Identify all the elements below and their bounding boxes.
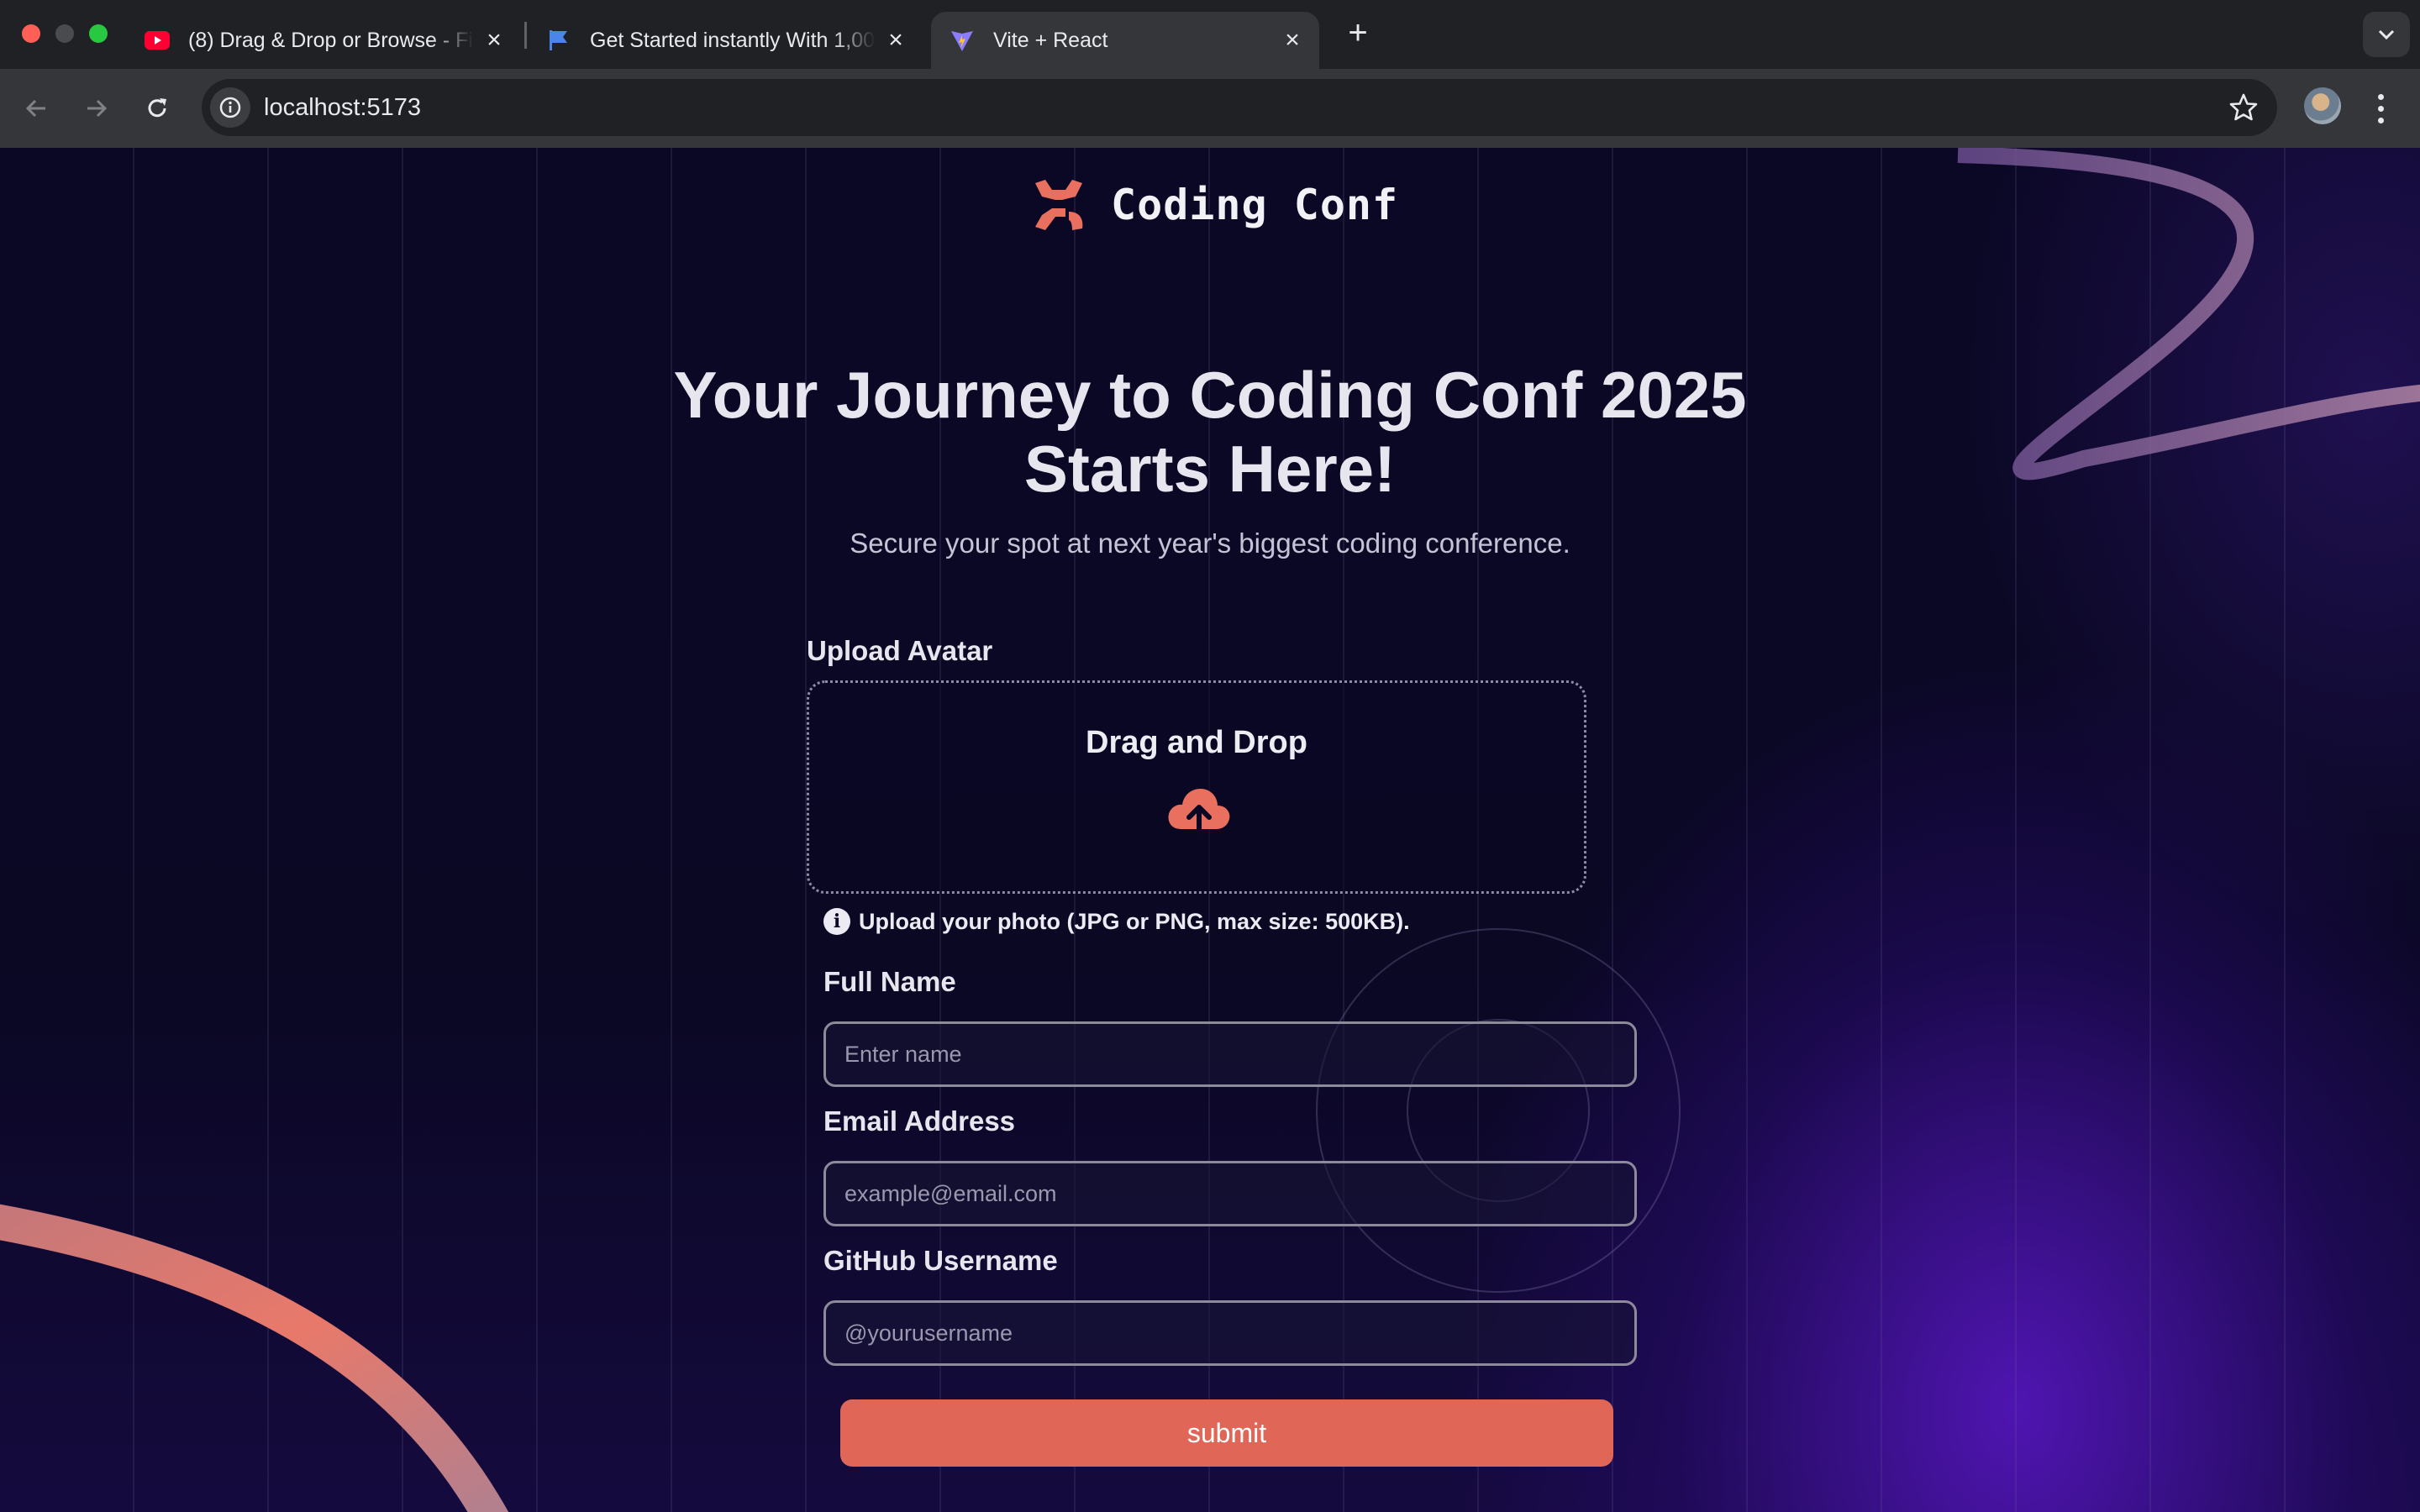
close-tab-icon[interactable]: × — [886, 28, 906, 53]
logo-text: Coding Conf — [1111, 181, 1399, 229]
browser-tab-youtube[interactable]: (8) Drag & Drop or Browse - File upload … — [126, 12, 521, 69]
info-icon — [219, 97, 241, 118]
site-info-button[interactable] — [210, 87, 250, 128]
browser-toolbar: localhost:5173 — [0, 69, 2420, 148]
profile-avatar[interactable] — [2304, 87, 2341, 124]
address-bar[interactable]: localhost:5173 — [202, 79, 2277, 136]
browser-tab-ui-blocks[interactable]: Get Started instantly With 1,000+ UI Blo… — [528, 12, 923, 69]
page-viewport: Coding Conf Your Journey to Coding Conf … — [0, 148, 2420, 1512]
reload-icon — [148, 98, 166, 118]
full-name-label: Full Name — [823, 966, 956, 997]
forward-button[interactable] — [77, 89, 116, 128]
submit-button[interactable]: submit — [840, 1399, 1613, 1467]
tab-separator — [524, 22, 527, 49]
flag-icon — [546, 28, 571, 53]
cloud-upload-icon — [1168, 789, 1230, 840]
upload-hint-text: Upload your photo (JPG or PNG, max size:… — [859, 908, 1410, 934]
close-tab-icon[interactable]: × — [484, 28, 504, 53]
bookmark-star-icon[interactable] — [2228, 92, 2259, 123]
vite-icon — [950, 28, 975, 53]
youtube-icon — [145, 28, 170, 53]
full-name-input[interactable] — [823, 1021, 1637, 1087]
upload-hint: i Upload your photo (JPG or PNG, max siz… — [823, 906, 1410, 937]
back-button[interactable] — [17, 89, 55, 128]
arrow-right-icon — [87, 99, 108, 118]
github-username-input[interactable] — [823, 1300, 1637, 1366]
new-tab-button[interactable]: + — [1341, 16, 1375, 50]
page-headline: Your Journey to Coding Conf 2025 Starts … — [673, 358, 1747, 506]
minimize-window-button[interactable] — [55, 24, 74, 43]
logo-mark-icon — [1035, 180, 1083, 230]
github-username-label: GitHub Username — [823, 1245, 1058, 1276]
tab-title: Get Started instantly With 1,000+ UI Blo… — [590, 28, 876, 52]
email-label: Email Address — [823, 1105, 1016, 1137]
close-window-button[interactable] — [22, 24, 40, 43]
browser-tab-bar: (8) Drag & Drop or Browse - File upload … — [0, 0, 2420, 69]
close-tab-icon[interactable]: × — [1282, 28, 1302, 53]
maximize-window-button[interactable] — [89, 24, 108, 43]
email-input[interactable] — [823, 1161, 1637, 1226]
coding-conf-logo: Coding Conf — [1032, 178, 1398, 232]
chevron-down-icon — [2378, 29, 2395, 40]
drag-and-drop-text: Drag and Drop — [1086, 725, 1307, 760]
tab-title: Vite + React — [993, 28, 1108, 52]
avatar-dropzone[interactable]: Drag and Drop — [807, 680, 1586, 894]
browser-menu-button[interactable] — [2368, 87, 2393, 129]
info-icon: i — [823, 908, 850, 935]
tab-search-button[interactable] — [2363, 12, 2410, 57]
arrow-left-icon — [25, 99, 45, 118]
upload-avatar-label: Upload Avatar — [807, 635, 993, 666]
tab-title: (8) Drag & Drop or Browse - File upload … — [188, 28, 474, 52]
reload-button[interactable] — [138, 89, 176, 128]
browser-tab-vite-react[interactable]: Vite + React × — [931, 12, 1319, 69]
address-url[interactable]: localhost:5173 — [264, 79, 421, 136]
page-subtitle: Secure your spot at next year's biggest … — [850, 528, 1570, 559]
